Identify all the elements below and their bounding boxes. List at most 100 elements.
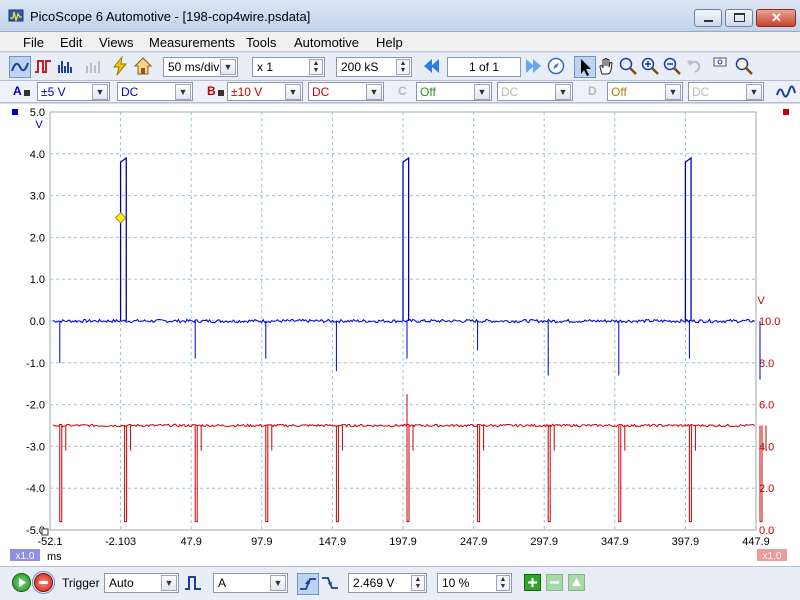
- navigate-button[interactable]: [546, 56, 568, 78]
- channel-a-range-select[interactable]: ±5 V ▼: [37, 82, 110, 101]
- y-left-tick-label: 1.0: [30, 274, 45, 286]
- spinner-arrows-icon[interactable]: ▲ ▼: [496, 575, 510, 591]
- channel-c-range-select[interactable]: Off ▼: [416, 82, 492, 101]
- chevron-down-icon[interactable]: ▼: [161, 575, 177, 591]
- zoom-area-button[interactable]: [618, 56, 640, 78]
- y-right-tick-label: 4.0: [759, 441, 774, 453]
- trigger-source-select[interactable]: A ▼: [213, 573, 288, 593]
- channel-d-label[interactable]: D: [588, 84, 597, 98]
- scope-mode-icon: [11, 62, 29, 72]
- trigger-level-spinner[interactable]: 2.469 V ▲ ▼: [348, 573, 427, 593]
- channel-d-range: Off: [611, 85, 627, 99]
- pretrigger-spinner[interactable]: 10 % ▲ ▼: [437, 573, 512, 593]
- chevron-down-icon[interactable]: ▼: [366, 84, 382, 100]
- main-toolbar: 50 ms/div ▼ x 1 ▲ ▼ 200 kS ▲ ▼ 1 of 1: [0, 53, 800, 81]
- rising-edge-button[interactable]: [297, 573, 319, 595]
- persistence-mode-button[interactable]: [33, 56, 55, 78]
- math-channels-button[interactable]: [84, 56, 106, 78]
- zoom-factor-spinner[interactable]: x 1 ▲ ▼: [252, 57, 325, 77]
- trigger-toolbar: Trigger Auto ▼ A ▼ 2.469 V ▲ ▼ 10 % ▲ ▼: [0, 566, 800, 600]
- hand-tool-button[interactable]: [596, 56, 618, 78]
- chevron-down-icon: ▼: [555, 84, 571, 100]
- select-tool-button[interactable]: [574, 56, 596, 78]
- buffer-position: 1 of 1: [468, 60, 500, 74]
- chevron-down-icon[interactable]: ▼: [285, 84, 301, 100]
- timebase-select[interactable]: 50 ms/div ▼: [163, 57, 238, 77]
- falling-edge-icon: [322, 577, 338, 589]
- persistence-mode-icon: [35, 60, 51, 73]
- start-button[interactable]: [12, 573, 31, 592]
- chevron-down-icon[interactable]: ▼: [175, 84, 191, 100]
- add-measurement-button[interactable]: [524, 574, 541, 591]
- menu-automotive[interactable]: Automotive: [294, 35, 359, 50]
- x-tick-label: 297.9: [530, 536, 558, 548]
- buffer-navigator[interactable]: 1 of 1: [447, 57, 521, 77]
- math-channels-icon: [86, 61, 100, 73]
- spectrum-mode-button[interactable]: [56, 56, 78, 78]
- stop-button[interactable]: [32, 571, 55, 594]
- skip-forward-icon: [526, 59, 541, 73]
- advanced-trigger-button[interactable]: [183, 573, 205, 595]
- pretrigger-value: 10 %: [442, 576, 470, 590]
- samples-spinner[interactable]: 200 kS ▲ ▼: [336, 57, 412, 77]
- channel-c-label[interactable]: C: [398, 84, 407, 98]
- menu-tools[interactable]: Tools: [246, 35, 276, 50]
- spinner-arrows-icon[interactable]: ▲ ▼: [411, 575, 425, 591]
- menu-help[interactable]: Help: [376, 35, 403, 50]
- chevron-down-icon[interactable]: ▼: [270, 575, 286, 591]
- picoscope-app-icon: [8, 9, 24, 23]
- channel-d-range-select[interactable]: Off ▼: [607, 82, 683, 101]
- menu-views[interactable]: Views: [99, 35, 133, 50]
- channel-b-coupling-select[interactable]: DC ▼: [308, 82, 384, 101]
- next-buffer-button[interactable]: [524, 56, 546, 78]
- y-left-tick-label: 5.0: [30, 107, 45, 119]
- channel-b-label[interactable]: B: [207, 84, 216, 98]
- channel-toolbar: A ±5 V ▼ DC ▼ B ±10 V ▼ DC ▼ C Off ▼ DC …: [0, 81, 800, 103]
- menu-measurements[interactable]: Measurements: [149, 35, 235, 50]
- x-scale-badge: x1.0: [16, 551, 35, 562]
- first-buffer-button[interactable]: [421, 56, 443, 78]
- title-bar: PicoScope 6 Automotive - [198-cop4wire.p…: [0, 0, 800, 32]
- minimize-button[interactable]: [694, 9, 722, 27]
- y-right-tick-label: 2.0: [759, 483, 774, 495]
- channel-a-axis-marker: [12, 109, 18, 115]
- channel-b-range-select[interactable]: ±10 V ▼: [227, 82, 303, 101]
- plus-icon: [528, 578, 537, 587]
- scope-mode-button[interactable]: [9, 56, 31, 78]
- menu-edit[interactable]: Edit: [60, 35, 82, 50]
- probe-button[interactable]: [110, 55, 132, 78]
- y-left-tick-label: 2.0: [30, 232, 45, 244]
- zoom-to-fit-button[interactable]: [734, 56, 756, 78]
- channel-b-options-icon[interactable]: [218, 90, 224, 96]
- spinner-arrows-icon[interactable]: ▲ ▼: [309, 59, 323, 75]
- undo-zoom-button[interactable]: [684, 56, 706, 78]
- y-axis-left: 5.04.03.02.01.00.0-1.0-2.0-3.0-4.0-5.0V: [12, 107, 45, 537]
- trigger-mode: Auto: [109, 576, 134, 590]
- falling-edge-button[interactable]: [320, 573, 342, 595]
- window-title: PicoScope 6 Automotive - [198-cop4wire.p…: [30, 9, 311, 24]
- channel-a-label[interactable]: A: [13, 84, 22, 98]
- y-left-tick-label: -3.0: [26, 441, 45, 453]
- channel-a-coupling-select[interactable]: DC ▼: [117, 82, 193, 101]
- zoom-in-button[interactable]: [640, 56, 662, 78]
- zoom-overview-button[interactable]: [712, 56, 734, 78]
- zoom-out-icon: [663, 57, 681, 75]
- chevron-down-icon[interactable]: ▼: [665, 84, 681, 100]
- channel-c-coupling-select: DC ▼: [497, 82, 573, 101]
- chevron-down-icon[interactable]: ▼: [92, 84, 108, 100]
- chevron-down-icon[interactable]: ▼: [474, 84, 490, 100]
- oscilloscope-plot[interactable]: 5.04.03.02.01.00.0-1.0-2.0-3.0-4.0-5.0V …: [0, 104, 800, 566]
- y-left-tick-label: 3.0: [30, 191, 45, 203]
- trigger-mode-select[interactable]: Auto ▼: [104, 573, 179, 593]
- maximize-button[interactable]: [725, 9, 753, 27]
- chevron-down-icon[interactable]: ▼: [220, 59, 236, 75]
- zoom-out-button[interactable]: [662, 56, 684, 78]
- close-button[interactable]: ✕: [756, 9, 796, 27]
- lightning-icon: [112, 55, 128, 76]
- menu-file[interactable]: File: [23, 35, 44, 50]
- home-button[interactable]: [133, 56, 155, 78]
- channel-a-options-icon[interactable]: [24, 90, 30, 96]
- scope-view[interactable]: 5.0 4.0 3.0 2.0 1.0 0.0 -1.0 -2.0 -3.0 -4.0 -5.0 V …: [0, 104, 800, 566]
- channel-overflow-icon[interactable]: [776, 83, 796, 101]
- spinner-arrows-icon[interactable]: ▲ ▼: [396, 59, 410, 75]
